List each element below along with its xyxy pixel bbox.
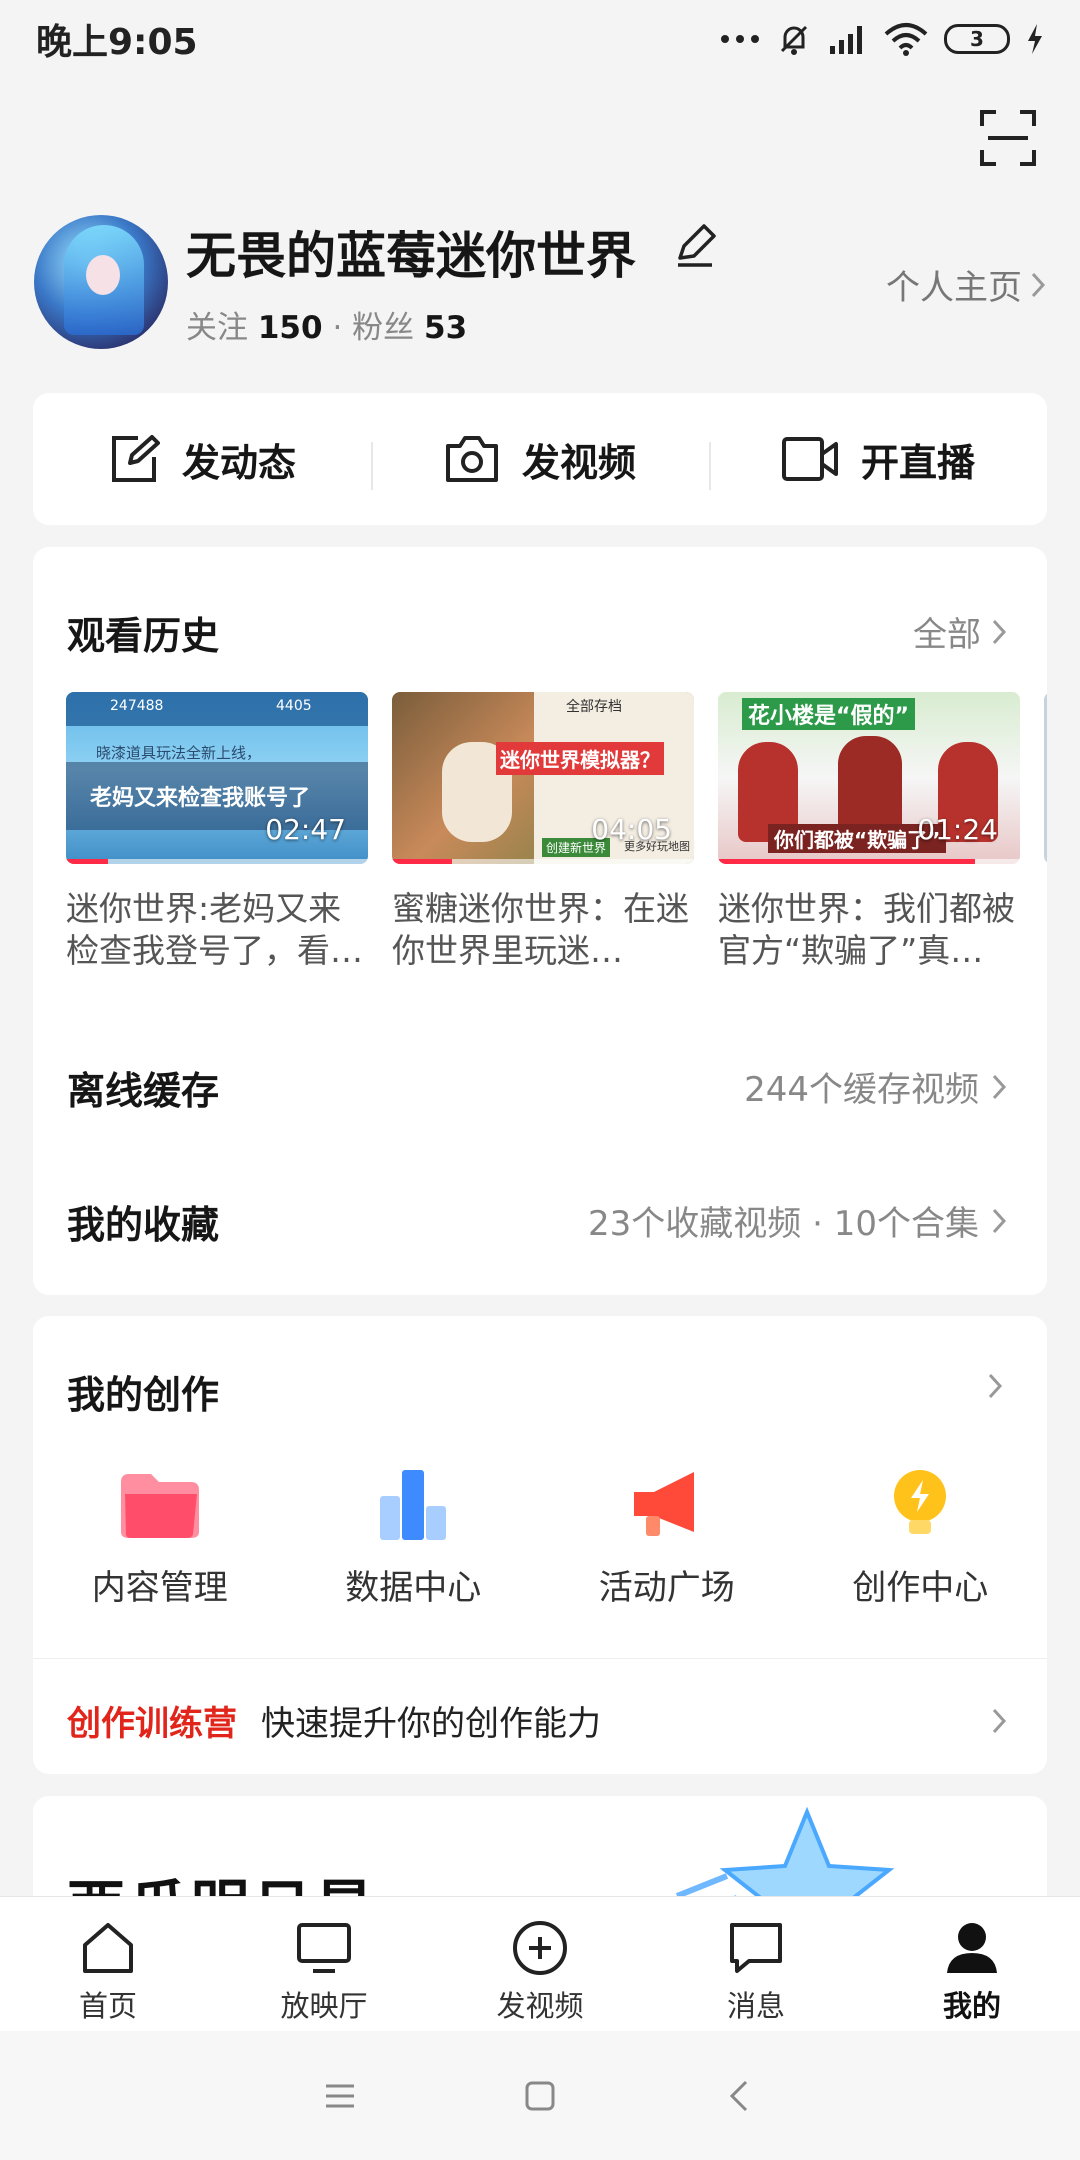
plus-circle-icon [513,1921,567,1975]
video-duration: 02:47 [265,813,346,846]
video-camera-icon [781,437,838,481]
scan-icon[interactable] [980,110,1036,166]
data-center-button[interactable]: 数据中心 [287,1466,541,1609]
offline-cache-link[interactable]: 244个缓存视频 [744,1062,1007,1111]
status-bar: 晚上9:05 3 [0,0,1080,78]
watch-progress [718,859,975,864]
homepage-link[interactable]: 个人主页 [886,260,1046,309]
video-thumbnail [1044,692,1047,864]
divider [33,1658,1047,1659]
video-title: 迷你世界:老妈又来检查我登号了，看… [66,889,363,970]
go-live-button[interactable]: 开直播 [709,432,1047,490]
video-duration: 04:05 [591,813,672,846]
following-count: 150 [257,310,323,346]
home-square-icon[interactable] [520,2076,560,2116]
more-dots-icon [721,35,759,43]
bar-chart-icon [380,1470,447,1540]
content-management-button[interactable]: 内容管理 [33,1466,287,1609]
person-icon [947,1923,997,1973]
charging-bolt-icon [1028,24,1042,54]
system-nav-bar [0,2031,1080,2160]
tab-post-video[interactable]: 发视频 [432,1897,648,2031]
home-icon [83,1923,133,1973]
battery-icon: 3 [944,24,1010,54]
tab-theater[interactable]: 放映厅 [216,1897,432,2031]
watch-history-card: 观看历史 全部 247488 4405 晓漆道具玩法全新上线， 老妈又来检查我账… [33,547,1047,1295]
quick-actions-card: 发动态 发视频 开直播 [33,393,1047,525]
offline-cache-title[interactable]: 离线缓存 [67,1060,219,1115]
video-title: 迷你世界：我们都被官方“欺骗了”真… [718,889,1015,970]
avatar[interactable] [34,215,168,349]
video-title: 蜜糖迷你世界：在迷你世界里玩迷… [392,889,689,970]
creator-center-button[interactable]: 创作中心 [794,1466,1048,1609]
chevron-right-icon [992,1708,1007,1733]
history-video-item[interactable]: 全部存档 迷你世界模拟器？ 创建新世界 更多好玩地图 04:05 蜜糖迷你世界：… [392,692,694,972]
follow-stats[interactable]: 关注 150 · 粉丝 53 [186,302,467,347]
video-thumbnail: 247488 4405 晓漆道具玩法全新上线， 老妈又来检查我账号了 02:47 [66,692,368,864]
history-video-list[interactable]: 247488 4405 晓漆道具玩法全新上线， 老妈又来检查我账号了 02:47… [66,692,1047,992]
tab-mine[interactable]: 我的 [864,1897,1080,2031]
creation-camp-tag: 创作训练营 [67,1704,237,1744]
creation-camp-text: 快速提升你的创作能力 [261,1704,601,1744]
chevron-right-icon [1031,272,1046,297]
followers-count: 53 [424,310,468,346]
activity-square-button[interactable]: 活动广场 [540,1466,794,1609]
history-video-item[interactable]: 247488 4405 晓漆道具玩法全新上线， 老妈又来检查我账号了 02:47… [66,692,368,972]
menu-icon[interactable] [320,2076,360,2116]
chevron-right-icon [992,1074,1007,1099]
profile-header: 无畏的蓝莓迷你世界 关注 150 · 粉丝 53 个人主页 [34,210,1046,350]
edit-pencil-icon[interactable] [670,220,720,270]
edit-square-icon [111,435,160,482]
back-icon[interactable] [720,2076,760,2116]
camera-icon [445,436,498,482]
wifi-icon [884,23,928,56]
folder-icon [120,1474,199,1538]
bottom-tab-bar: 首页 放映厅 发视频 消息 我的 [0,1896,1080,2031]
my-creation-card: 我的创作 内容管理 数据中心 活动广场 创作中心 创作训练营 快速提升你的创作能… [33,1316,1047,1774]
signal-icon [830,26,862,54]
favorites-title[interactable]: 我的收藏 [67,1194,219,1249]
video-thumbnail: 全部存档 迷你世界模拟器？ 创建新世界 更多好玩地图 04:05 [392,692,694,864]
creation-title[interactable]: 我的创作 [67,1364,219,1419]
chevron-right-icon [992,619,1007,644]
message-icon [730,1923,782,1973]
history-title: 观看历史 [67,614,220,658]
watch-progress [392,859,453,864]
video-duration: 01:24 [917,813,998,846]
lightbulb-icon [894,1470,947,1534]
creation-camp-row[interactable]: 创作训练营 快速提升你的创作能力 [67,1696,1007,1745]
tab-home[interactable]: 首页 [0,1897,216,2031]
history-video-item[interactable] [1044,692,1047,864]
post-video-button[interactable]: 发视频 [371,432,709,490]
history-all-link[interactable]: 全部 [913,607,1007,656]
favorites-link[interactable]: 23个收藏视频 · 10个合集 [588,1196,1007,1245]
watch-progress [66,859,109,864]
megaphone-icon [633,1472,694,1536]
tab-messages[interactable]: 消息 [648,1897,864,2031]
chevron-right-icon [992,1208,1007,1233]
chevron-right-icon[interactable] [987,1372,1003,1400]
history-video-item[interactable]: 花小楼是“假的” 你们都被“欺骗了” 01:24 迷你世界：我们都被官方“欺骗了… [718,692,1020,972]
mute-bell-icon [780,25,808,55]
video-thumbnail: 花小楼是“假的” 你们都被“欺骗了” 01:24 [718,692,1020,864]
post-moment-button[interactable]: 发动态 [33,432,371,487]
username[interactable]: 无畏的蓝莓迷你世界 [186,216,636,288]
status-time: 晚上9:05 [36,22,198,63]
tv-icon [297,1923,351,1973]
